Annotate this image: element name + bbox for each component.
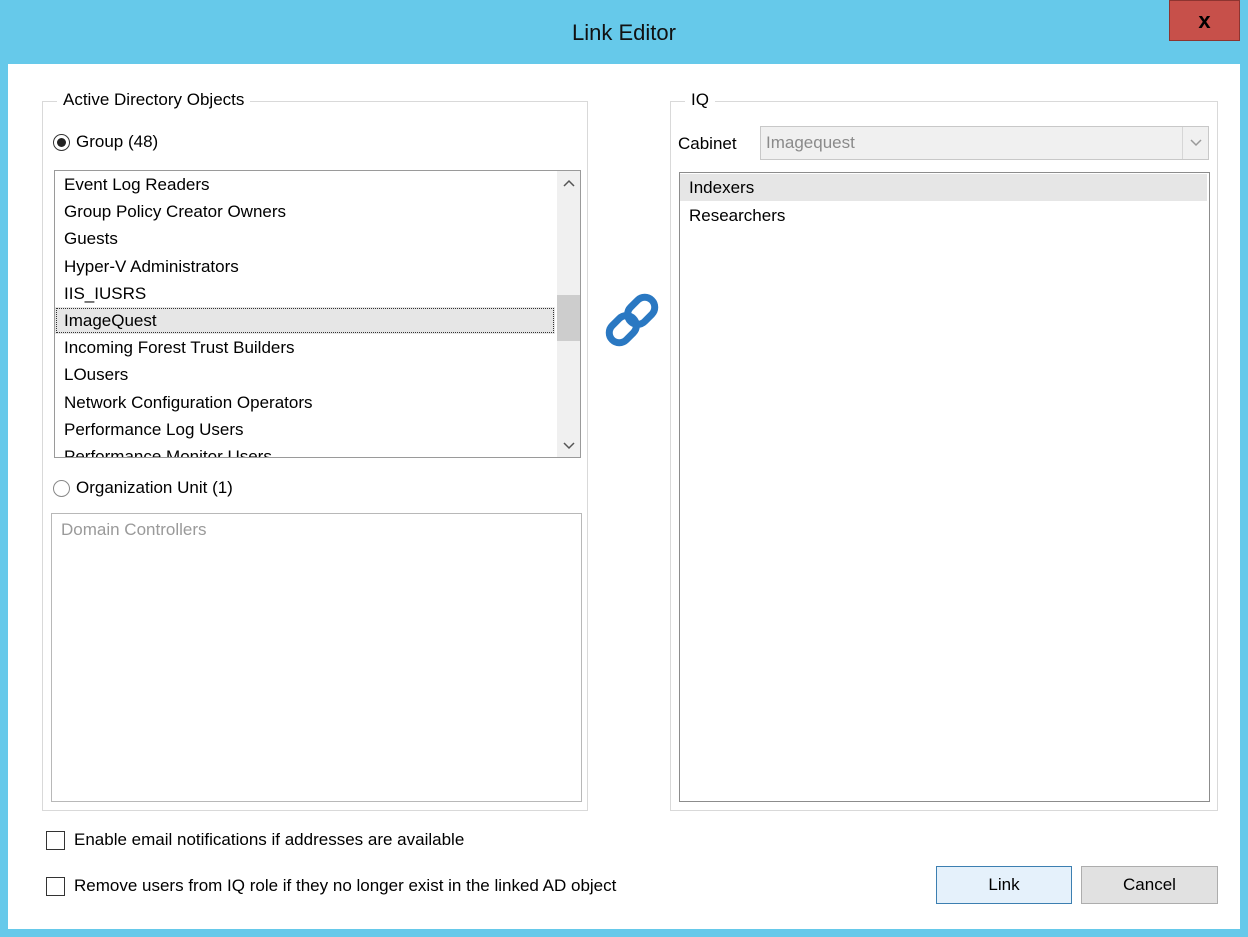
chevron-down-icon xyxy=(562,441,575,449)
ad-objects-legend: Active Directory Objects xyxy=(57,90,251,110)
email-notifications-checkbox[interactable] xyxy=(46,830,65,850)
ou-radio-button[interactable] xyxy=(53,479,70,497)
group-radio[interactable]: Group (48) xyxy=(53,132,158,152)
close-button[interactable]: x xyxy=(1169,0,1240,41)
list-item[interactable]: Performance Monitor Users xyxy=(55,443,555,457)
iq-legend: IQ xyxy=(685,90,715,110)
list-item[interactable]: Performance Log Users xyxy=(55,416,555,443)
list-item[interactable]: Guests xyxy=(55,225,555,252)
chevron-up-icon xyxy=(562,179,575,187)
list-item[interactable]: IIS_IUSRS xyxy=(55,280,555,307)
list-item[interactable]: ImageQuest xyxy=(55,307,555,334)
remove-users-option[interactable]: Remove users from IQ role if they no lon… xyxy=(46,876,616,896)
cabinet-label: Cabinet xyxy=(678,134,737,153)
list-item[interactable]: LOusers xyxy=(55,361,555,388)
cabinet-dropdown-button[interactable] xyxy=(1182,127,1208,159)
group-listbox[interactable]: Event Log Readers Group Policy Creator Ow… xyxy=(54,170,581,458)
remove-users-label: Remove users from IQ role if they no lon… xyxy=(74,876,617,895)
list-item[interactable]: Group Policy Creator Owners xyxy=(55,198,555,225)
list-item[interactable]: Researchers xyxy=(680,202,1207,229)
scroll-thumb[interactable] xyxy=(557,295,580,341)
title-bar[interactable]: Link Editor x xyxy=(0,0,1248,64)
group-scrollbar[interactable] xyxy=(557,171,580,457)
list-item[interactable]: Incoming Forest Trust Builders xyxy=(55,334,555,361)
list-item[interactable]: Event Log Readers xyxy=(55,171,555,198)
group-radio-button[interactable] xyxy=(53,133,70,151)
email-notifications-label: Enable email notifications if addresses … xyxy=(74,830,465,849)
email-notifications-option[interactable]: Enable email notifications if addresses … xyxy=(46,830,464,850)
dialog-client: Active Directory Objects Group (48) Even… xyxy=(8,64,1240,929)
cancel-button[interactable]: Cancel xyxy=(1081,866,1218,904)
link-button[interactable]: Link xyxy=(936,866,1072,904)
window-title: Link Editor xyxy=(572,20,676,45)
remove-users-checkbox[interactable] xyxy=(46,876,65,896)
list-item[interactable]: Hyper-V Administrators xyxy=(55,253,555,280)
cabinet-select[interactable]: Imagequest xyxy=(760,126,1209,160)
group-radio-label: Group (48) xyxy=(76,132,159,151)
list-item[interactable]: Domain Controllers xyxy=(52,516,579,543)
cabinet-value: Imagequest xyxy=(766,133,855,152)
ou-listbox[interactable]: Domain Controllers xyxy=(51,513,582,802)
list-item[interactable]: Indexers xyxy=(680,174,1207,201)
iq-role-listbox[interactable]: Indexers Researchers xyxy=(679,172,1210,802)
link-chain-icon xyxy=(605,293,659,347)
chevron-down-icon xyxy=(1189,139,1202,147)
scroll-up-button[interactable] xyxy=(557,171,580,194)
close-icon: x xyxy=(1198,7,1211,33)
ou-radio[interactable]: Organization Unit (1) xyxy=(53,478,233,498)
list-item[interactable]: Network Configuration Operators xyxy=(55,389,555,416)
scroll-down-button[interactable] xyxy=(557,434,580,457)
ou-radio-label: Organization Unit (1) xyxy=(76,478,233,497)
